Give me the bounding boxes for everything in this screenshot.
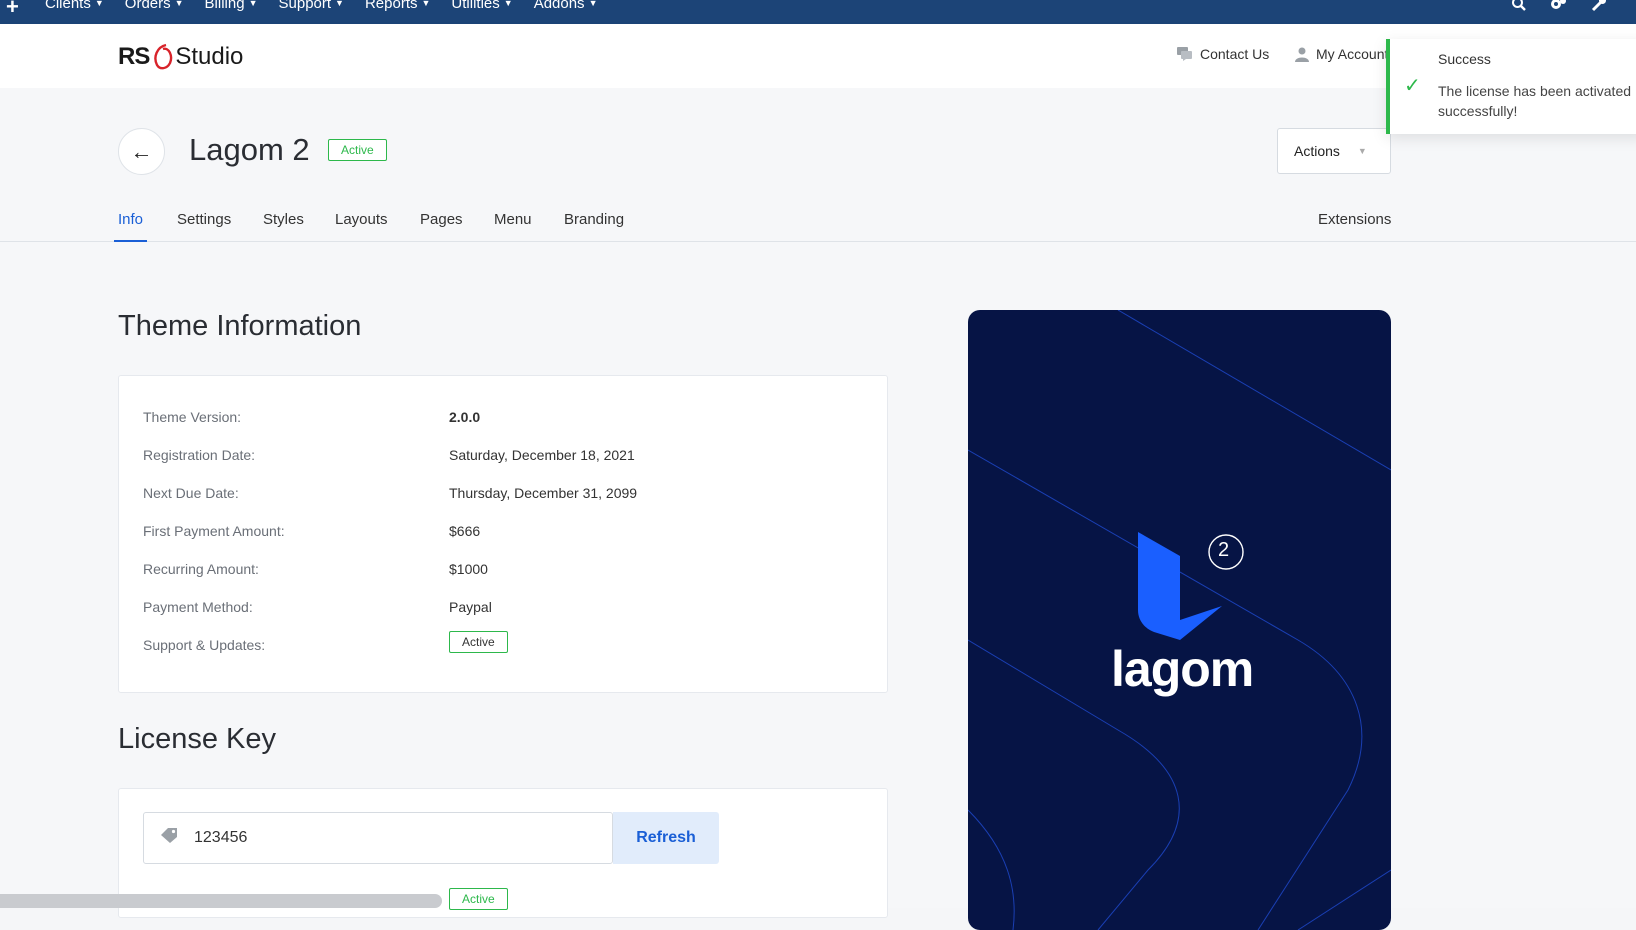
search-icon[interactable]: [1511, 0, 1527, 17]
menu-label: Orders: [124, 0, 171, 12]
menu-label: Support: [278, 0, 332, 12]
caret-down-icon: ▼: [503, 0, 513, 8]
license-key-value: 123456: [194, 829, 248, 846]
menu-label: Reports: [364, 0, 418, 12]
tag-icon: [161, 828, 177, 843]
tab-pages[interactable]: Pages: [420, 211, 463, 242]
tab-bar: Info Settings Styles Layouts Pages Menu …: [0, 206, 1636, 242]
menu-utilities[interactable]: Utilities ▼: [451, 0, 512, 12]
info-value: Saturday, December 18, 2021: [449, 447, 635, 463]
menu-label: Utilities: [451, 0, 500, 12]
caret-down-icon: ▼: [335, 0, 344, 8]
caret-down-icon: ▼: [421, 0, 431, 8]
page-content: ← Lagom 2 Active Actions ▼ Info Settings…: [0, 88, 1636, 930]
menu-label: Addons: [533, 0, 585, 12]
logo-text-right: Studio: [175, 43, 244, 70]
lagom-promo-image: 2 lagom: [968, 310, 1391, 930]
back-button[interactable]: ←: [118, 128, 165, 175]
info-value: Thursday, December 31, 2099: [449, 485, 638, 501]
tab-info[interactable]: Info: [114, 211, 148, 242]
tab-settings[interactable]: Settings: [177, 211, 231, 242]
toast-title: Success: [1438, 51, 1491, 67]
info-label: Support & Updates:: [143, 637, 266, 653]
chat-icon: [1177, 47, 1192, 61]
info-value: $1000: [449, 561, 488, 577]
actions-dropdown[interactable]: Actions ▼: [1277, 128, 1391, 174]
my-account-link[interactable]: My Account: [1295, 46, 1388, 62]
license-key-heading: License Key: [118, 723, 276, 755]
promo-artwork: [968, 310, 1391, 930]
caret-down-icon: ▼: [588, 0, 598, 8]
promo-version: 2: [1218, 539, 1230, 561]
info-value: 2.0.0: [449, 409, 481, 425]
theme-information-card: Theme Version: 2.0.0 Registration Date: …: [118, 375, 888, 693]
logo-text-left: RS: [118, 43, 150, 70]
info-label: Next Due Date:: [143, 485, 239, 501]
logo-mark-icon: [154, 43, 173, 70]
refresh-button[interactable]: Refresh: [613, 812, 719, 864]
promo-brand: lagom: [1111, 641, 1254, 697]
my-account-label: My Account: [1316, 46, 1389, 62]
caret-down-icon: ▼: [94, 0, 104, 8]
menu-support[interactable]: Support ▼: [279, 0, 344, 12]
plus-icon[interactable]: +: [6, 0, 19, 20]
info-label: Registration Date:: [143, 447, 256, 463]
arrow-left-icon: ←: [130, 138, 153, 164]
menu-reports[interactable]: Reports ▼: [365, 0, 430, 12]
tab-layouts[interactable]: Layouts: [335, 211, 388, 242]
menu-addons[interactable]: Addons ▼: [534, 0, 598, 12]
wrench-icon[interactable]: [1591, 0, 1607, 17]
gears-icon[interactable]: [1549, 0, 1567, 17]
caret-down-icon: ▼: [248, 0, 258, 8]
user-icon: [1295, 47, 1309, 62]
caret-down-icon: ▼: [1357, 146, 1367, 156]
menu-billing[interactable]: Billing ▼: [205, 0, 258, 12]
info-label: First Payment Amount:: [143, 523, 285, 539]
tab-menu[interactable]: Menu: [494, 211, 532, 242]
theme-information-heading: Theme Information: [118, 310, 362, 342]
menu-clients[interactable]: Clients ▼: [45, 0, 104, 12]
info-value: Paypal: [449, 599, 492, 615]
license-status-badge: Active: [449, 888, 508, 910]
info-label: Recurring Amount:: [143, 561, 259, 577]
status-badge: Active: [328, 139, 387, 161]
license-key-input[interactable]: 123456: [143, 812, 613, 864]
support-status-badge: Active: [449, 631, 508, 653]
horizontal-scrollbar[interactable]: [0, 894, 442, 908]
caret-down-icon: ▼: [174, 0, 184, 8]
contact-us-link[interactable]: Contact Us: [1177, 46, 1269, 62]
brand-logo[interactable]: RS Studio: [118, 40, 243, 74]
info-value: $666: [449, 523, 481, 539]
toast-message: The license has been activated successfu…: [1438, 83, 1632, 119]
admin-menu: Clients ▼ Orders ▼ Billing ▼ Support ▼ Repor…: [45, 0, 618, 12]
admin-topbar: + Clients ▼ Orders ▼ Billing ▼ Support ▼ Rep…: [0, 0, 1636, 24]
success-toast[interactable]: ✓ Success The license has been activated…: [1386, 39, 1636, 134]
page-title: Lagom 2: [189, 132, 310, 167]
contact-us-label: Contact Us: [1200, 46, 1270, 62]
tab-styles[interactable]: Styles: [263, 211, 304, 242]
topbar-icons: [1496, 0, 1636, 24]
check-icon: ✓: [1404, 75, 1421, 97]
menu-label: Billing: [204, 0, 245, 12]
tab-extensions[interactable]: Extensions: [1318, 211, 1391, 242]
info-label: Payment Method:: [143, 599, 253, 615]
menu-orders[interactable]: Orders ▼: [125, 0, 184, 12]
tab-branding[interactable]: Branding: [564, 211, 624, 242]
menu-label: Clients: [45, 0, 91, 12]
actions-label: Actions: [1294, 143, 1340, 159]
info-label: Theme Version:: [143, 409, 242, 425]
